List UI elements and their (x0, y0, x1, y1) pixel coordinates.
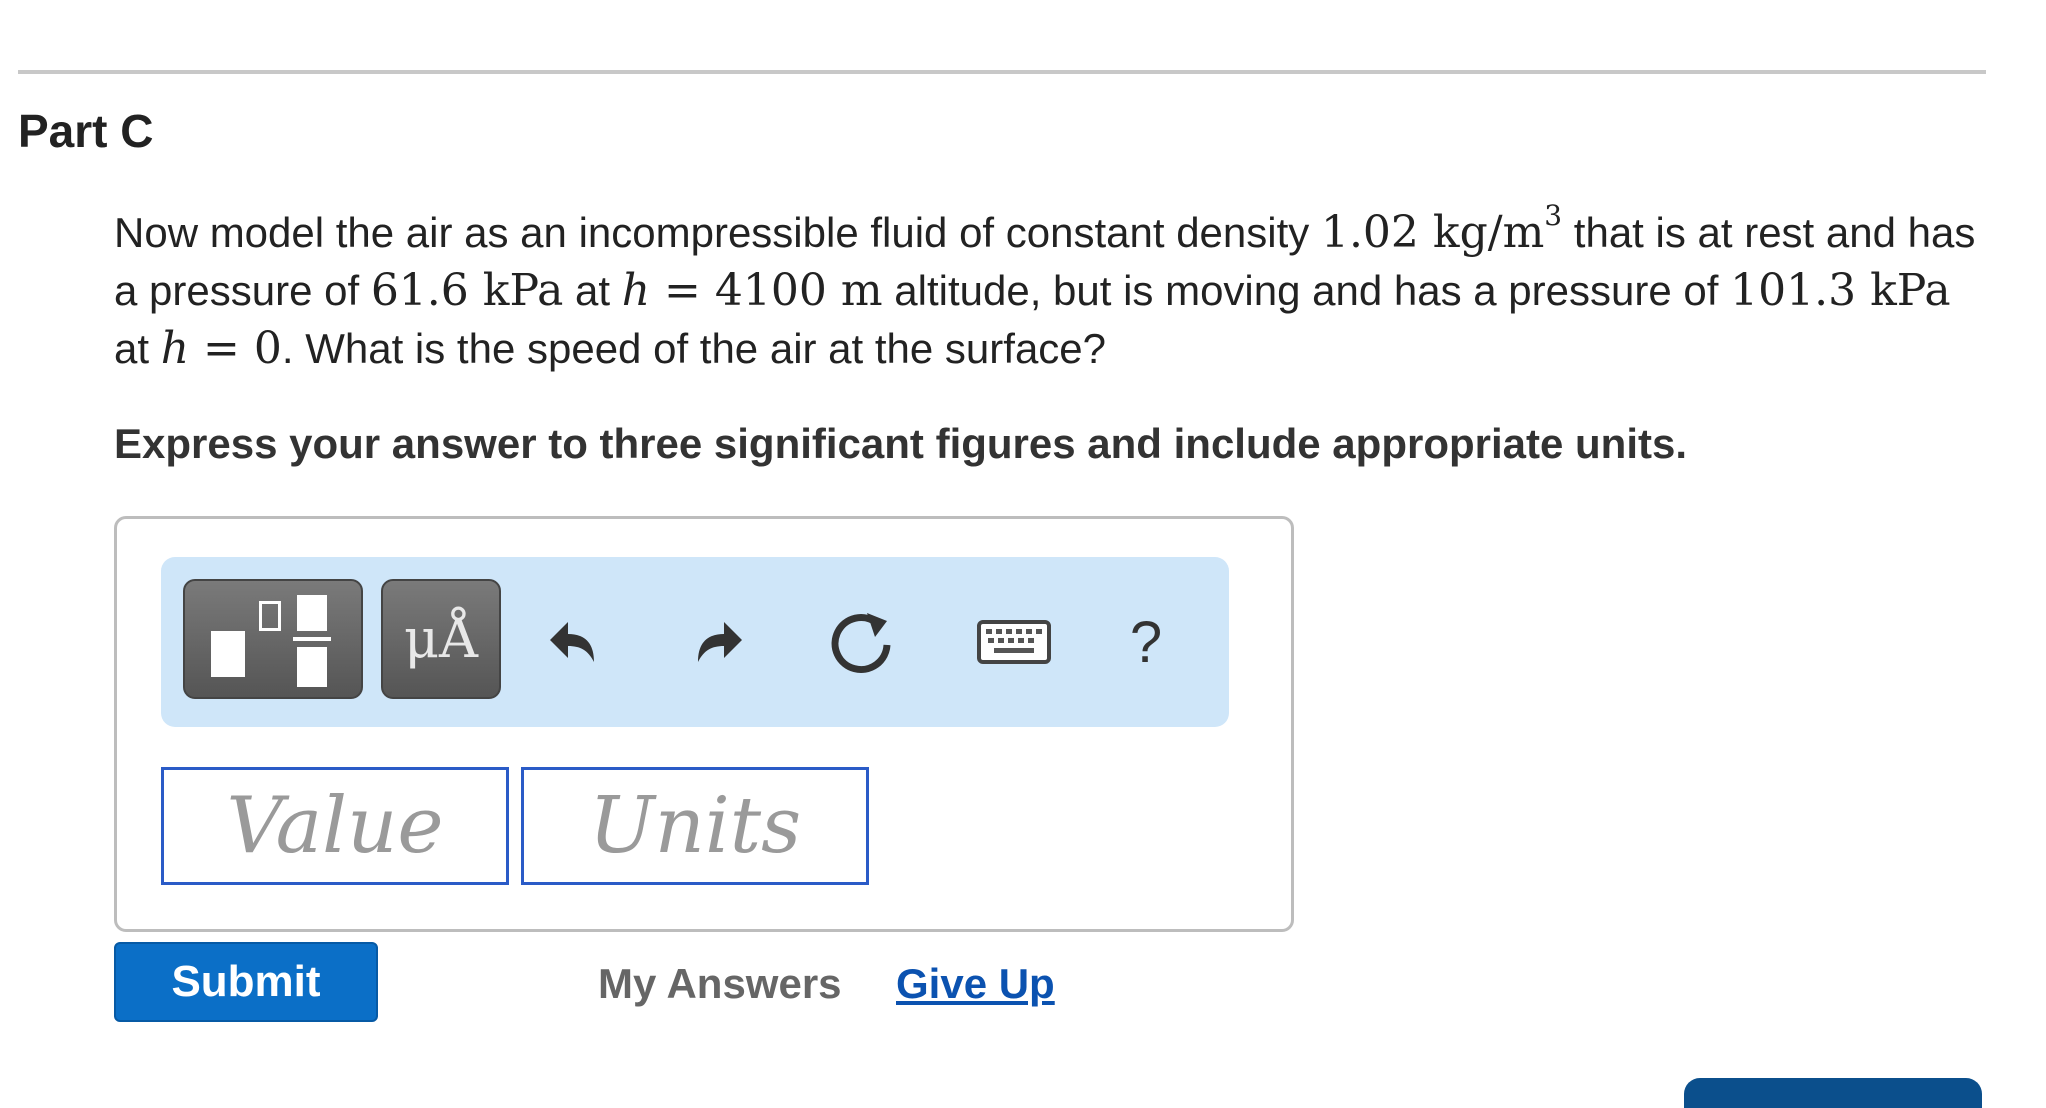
submit-button[interactable]: Submit (114, 942, 378, 1022)
undo-button[interactable] (531, 597, 621, 687)
my-answers-label: My Answers (598, 960, 842, 1007)
density-value: 1.02 kg/m3 (1320, 199, 1563, 258)
next-button-edge[interactable] (1684, 1078, 1982, 1108)
answer-instruction: Express your answer to three significant… (114, 420, 1688, 467)
question-text: Now model the air as an incompressible f… (114, 199, 1976, 374)
pressure-surface: 101.3 kPa (1730, 265, 1951, 316)
undo-icon (550, 622, 594, 662)
help-button[interactable]: ? (1101, 597, 1191, 687)
value-placeholder: Value (226, 781, 444, 871)
redo-icon (698, 622, 742, 662)
pressure-altitude: 61.6 kPa (370, 265, 564, 316)
section-divider (18, 70, 1986, 74)
part-title: Part C (18, 105, 154, 157)
keyboard-icon (977, 620, 1051, 664)
symbols-icon: μÅ (403, 607, 479, 670)
reset-button[interactable] (817, 597, 907, 687)
redo-button[interactable] (671, 597, 761, 687)
give-up-link[interactable]: Give Up (896, 960, 1055, 1008)
math-toolbar: μÅ ? (161, 557, 1229, 727)
keyboard-button[interactable] (969, 597, 1059, 687)
surface-equation: h = 0 (160, 323, 282, 374)
value-input[interactable]: Value (161, 767, 509, 885)
answer-box: μÅ ? Value Units (114, 516, 1294, 932)
help-icon: ? (1129, 609, 1163, 675)
units-input[interactable]: Units (521, 767, 869, 885)
templates-button[interactable] (183, 579, 363, 699)
units-placeholder: Units (588, 781, 802, 871)
altitude-equation: h = 4100 m (621, 265, 883, 316)
reset-icon (831, 613, 891, 673)
symbols-button[interactable]: μÅ (381, 579, 501, 699)
